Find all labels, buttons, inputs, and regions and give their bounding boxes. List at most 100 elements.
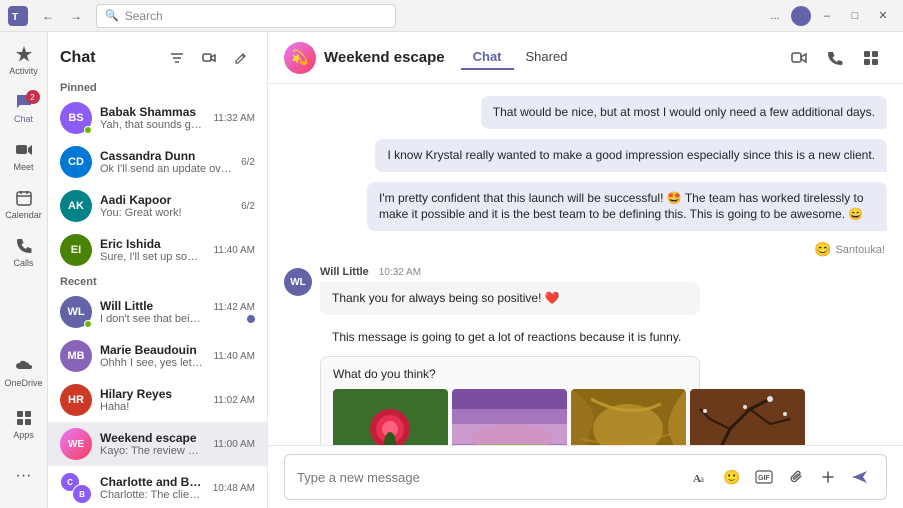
will-avatar: WL xyxy=(284,268,312,296)
sidebar-item-chat[interactable]: 2 Chat xyxy=(0,84,48,132)
calls-label: Calls xyxy=(13,258,33,268)
video-button[interactable] xyxy=(783,42,815,74)
chat-item-weekend[interactable]: WE Weekend escape Kayo: The review went … xyxy=(48,422,267,466)
bubble-out-1: That would be nice, but at most I would … xyxy=(481,96,887,129)
search-icon: 🔍 xyxy=(105,9,119,22)
chat-header: 💫 Weekend escape Chat Shared xyxy=(268,32,903,84)
meet-icon xyxy=(14,140,34,160)
chat-item-will[interactable]: WL Will Little I don't see that being an… xyxy=(48,290,267,334)
sidebar-item-activity[interactable]: Activity xyxy=(0,36,48,84)
chat-item-eric[interactable]: EI Eric Ishida Sure, I'll set up somethi… xyxy=(48,228,267,272)
chat-list-header: Chat xyxy=(48,32,267,78)
chat-info-hilary: Hilary Reyes Haha! xyxy=(100,387,205,413)
sidebar-item-calls[interactable]: Calls xyxy=(0,228,48,276)
chat-header-tabs: Chat Shared xyxy=(461,45,580,70)
chat-time-babak: 11:32 AM xyxy=(213,113,255,124)
chat-info-eric: Eric Ishida Sure, I'll set up something … xyxy=(100,237,205,263)
window-actions: ... – □ ✕ xyxy=(763,4,895,28)
phone-icon xyxy=(827,50,843,66)
back-button[interactable]: ← xyxy=(36,4,60,28)
chat-name-will: Will Little xyxy=(100,299,205,313)
chat-info-weekend: Weekend escape Kayo: The review went rea… xyxy=(100,431,205,457)
maximize-button[interactable]: □ xyxy=(843,4,867,28)
avatar-aadi: AK xyxy=(60,190,92,222)
chat-preview-cassandra: Ok I'll send an update over later xyxy=(100,163,233,175)
chat-preview-marie: Ohhh I see, yes let me fix that! xyxy=(100,357,205,369)
chat-name-marie: Marie Beaudouin xyxy=(100,343,205,357)
will-sender-row: Will Little 10:32 AM xyxy=(320,266,700,278)
format-icon: A a xyxy=(692,469,708,485)
close-button[interactable]: ✕ xyxy=(871,4,895,28)
chat-time-marie: 11:40 AM xyxy=(213,351,255,362)
search-placeholder: Search xyxy=(125,9,163,23)
main-layout: Activity 2 Chat Meet xyxy=(0,32,903,508)
more-chat-options-button[interactable] xyxy=(855,42,887,74)
chat-preview-aadi: You: Great work! xyxy=(100,207,233,219)
onedrive-icon xyxy=(14,356,34,376)
audio-button[interactable] xyxy=(819,42,851,74)
emoji-button[interactable]: 🙂 xyxy=(718,463,746,491)
filter-button[interactable] xyxy=(163,44,191,72)
message-out-2: I know Krystal really wanted to make a g… xyxy=(284,139,887,172)
message-input-box[interactable]: A a 🙂 GIF xyxy=(284,454,887,500)
avatar-babak: BS xyxy=(60,102,92,134)
avatar-eric: EI xyxy=(60,234,92,266)
sidebar: Activity 2 Chat Meet xyxy=(0,32,48,508)
more-options-button[interactable]: ... xyxy=(763,4,787,28)
calendar-icon xyxy=(14,188,34,208)
sidebar-item-more[interactable]: ··· xyxy=(0,452,48,500)
will-sender-name: Will Little xyxy=(320,266,369,278)
image-thumb-4 xyxy=(690,389,805,445)
chat-info-marie: Marie Beaudouin Ohhh I see, yes let me f… xyxy=(100,343,205,369)
chat-time-eric: 11:40 AM xyxy=(213,245,255,256)
chat-name-weekend: Weekend escape xyxy=(100,431,205,445)
chat-item-charlotte[interactable]: C B Charlotte and Babak Charlotte: The c… xyxy=(48,466,267,508)
video-call-button[interactable] xyxy=(195,44,223,72)
chat-list-title: Chat xyxy=(60,49,96,67)
tab-shared[interactable]: Shared xyxy=(514,45,580,70)
status-online xyxy=(84,126,92,134)
compose-button[interactable] xyxy=(227,44,255,72)
chat-item-babak[interactable]: BS Babak Shammas Yah, that sounds great … xyxy=(48,96,267,140)
image-card-title: What do you think? xyxy=(333,367,687,381)
send-button[interactable] xyxy=(846,463,874,491)
chat-name-cassandra: Cassandra Dunn xyxy=(100,149,233,163)
gif-button[interactable]: GIF xyxy=(750,463,778,491)
chat-item-marie[interactable]: MB Marie Beaudouin Ohhh I see, yes let m… xyxy=(48,334,267,378)
chat-badge: 2 xyxy=(26,90,40,104)
more-input-button[interactable] xyxy=(814,463,842,491)
titlebar: T ← → 🔍 Search ... – □ ✕ xyxy=(0,0,903,32)
chat-meta-babak: 11:32 AM xyxy=(213,113,255,124)
sidebar-bottom: OneDrive Apps ··· xyxy=(0,348,48,508)
messages-area: That would be nice, but at most I would … xyxy=(268,84,903,445)
onedrive-label: OneDrive xyxy=(4,378,42,388)
gif-icon: GIF xyxy=(755,470,773,484)
chat-time-weekend: 11:00 AM xyxy=(213,439,255,450)
chat-item-aadi[interactable]: AK Aadi Kapoor You: Great work! 6/2 xyxy=(48,184,267,228)
format-button[interactable]: A a xyxy=(686,463,714,491)
bubble-out-3: I'm pretty confident that this launch wi… xyxy=(367,182,887,232)
sidebar-item-calendar[interactable]: Calendar xyxy=(0,180,48,228)
chat-time-will: 11:42 AM xyxy=(213,302,255,313)
recent-section-label: Recent xyxy=(48,272,267,290)
sidebar-item-meet[interactable]: Meet xyxy=(0,132,48,180)
chat-meta-hilary: 11:02 AM xyxy=(213,395,255,406)
chat-meta-aadi: 6/2 xyxy=(241,201,255,212)
calls-icon xyxy=(14,236,34,256)
search-bar[interactable]: 🔍 Search xyxy=(96,4,396,28)
sidebar-item-apps[interactable]: Apps xyxy=(0,400,48,448)
filter-icon xyxy=(170,51,184,65)
sidebar-item-onedrive[interactable]: OneDrive xyxy=(0,348,48,396)
svg-text:a: a xyxy=(700,474,704,484)
chat-item-cassandra[interactable]: CD Cassandra Dunn Ok I'll send an update… xyxy=(48,140,267,184)
user-avatar[interactable] xyxy=(791,6,811,26)
chat-label: Chat xyxy=(14,114,33,124)
message-input-field[interactable] xyxy=(297,470,678,485)
tab-chat[interactable]: Chat xyxy=(461,45,514,70)
calendar-label: Calendar xyxy=(5,210,42,220)
forward-button[interactable]: → xyxy=(64,4,88,28)
minimize-button[interactable]: – xyxy=(815,4,839,28)
attach-button[interactable] xyxy=(782,463,810,491)
chat-item-hilary[interactable]: HR Hilary Reyes Haha! 11:02 AM xyxy=(48,378,267,422)
chat-list-actions xyxy=(163,44,255,72)
